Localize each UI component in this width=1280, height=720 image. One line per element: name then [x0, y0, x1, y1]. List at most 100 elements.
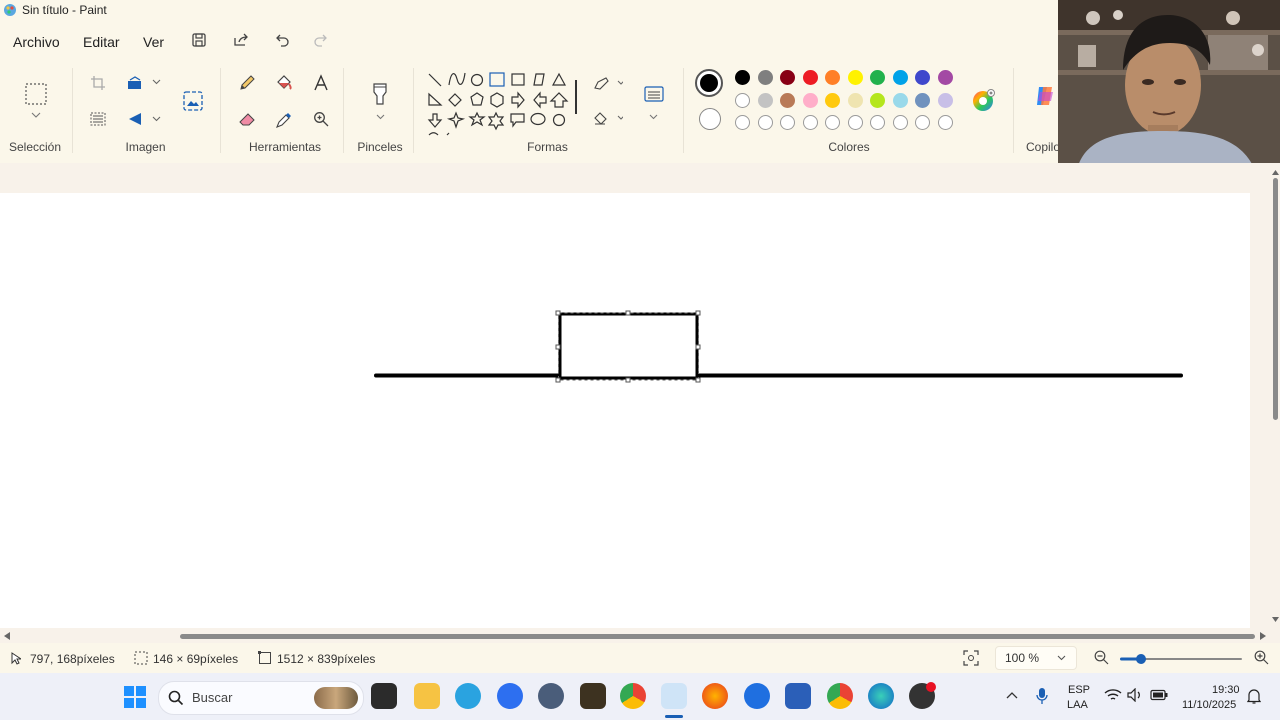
zoom-in-icon[interactable] [1254, 650, 1269, 665]
edit-colors-icon[interactable] [971, 88, 995, 112]
telegram-icon[interactable] [455, 683, 481, 709]
selection-rect-icon[interactable] [25, 83, 47, 105]
taskbar-search[interactable]: Buscar [158, 681, 364, 715]
word-icon[interactable] [785, 683, 811, 709]
webcam-overlay [1058, 0, 1280, 166]
color-swatch[interactable] [915, 70, 930, 85]
fit-to-window-icon[interactable] [963, 650, 979, 666]
zoom-app-icon[interactable] [497, 683, 523, 709]
share-icon[interactable] [232, 32, 249, 48]
primary-color-ring[interactable] [695, 69, 723, 97]
zoom-select[interactable]: 100 % [995, 646, 1077, 670]
menu-archivo[interactable]: Archivo [13, 34, 60, 50]
custom-color-slot[interactable] [802, 115, 818, 130]
color-swatch[interactable] [915, 92, 930, 108]
custom-color-slot[interactable] [847, 115, 863, 130]
language-indicator[interactable]: ESP [1068, 684, 1090, 696]
chrome-profile-icon[interactable] [827, 683, 853, 709]
file-explorer-icon[interactable] [414, 683, 440, 709]
divider [343, 68, 344, 153]
fill-style-icon[interactable] [593, 112, 623, 126]
chevron-down-icon[interactable] [31, 112, 41, 118]
color-swatch[interactable] [825, 70, 840, 85]
redo-icon[interactable] [312, 32, 328, 48]
eraser-icon[interactable] [238, 111, 256, 127]
custom-color-slot[interactable] [937, 115, 953, 130]
copilot-icon[interactable] [1033, 84, 1057, 108]
bluetooth-icon[interactable] [744, 683, 770, 709]
undo-icon[interactable] [275, 32, 291, 48]
menu-ver[interactable]: Ver [143, 34, 164, 50]
color-swatch[interactable] [735, 92, 750, 108]
drawing-canvas[interactable] [0, 193, 1250, 628]
secondary-color[interactable] [699, 108, 721, 130]
brush-icon[interactable] [371, 82, 389, 106]
resize-icon[interactable] [127, 76, 143, 90]
color-swatch[interactable] [847, 70, 863, 85]
vertical-scrollbar[interactable] [1271, 166, 1280, 628]
drawn-rectangle [558, 312, 699, 380]
network-app-icon[interactable] [538, 683, 564, 709]
custom-color-slot[interactable] [825, 115, 840, 130]
color-swatch[interactable] [802, 70, 818, 85]
custom-color-slot[interactable] [892, 115, 908, 130]
volume-icon[interactable] [1127, 688, 1143, 702]
color-swatch[interactable] [780, 70, 795, 85]
color-swatch[interactable] [847, 92, 863, 108]
chevron-down-icon[interactable] [649, 114, 658, 120]
color-swatch[interactable] [892, 70, 908, 85]
magnifier-icon[interactable] [313, 111, 329, 127]
color-swatch[interactable] [937, 70, 953, 85]
clock-time[interactable]: 19:30 [1212, 684, 1240, 696]
crop-icon[interactable] [90, 75, 106, 91]
chevron-down-icon[interactable] [376, 114, 385, 120]
chevron-down-icon[interactable] [152, 116, 161, 122]
menu-editar[interactable]: Editar [83, 34, 120, 50]
paint-taskbar-icon[interactable] [661, 683, 687, 709]
color-picker-icon[interactable] [275, 111, 293, 129]
custom-color-slot[interactable] [870, 115, 885, 130]
microphone-icon[interactable] [1036, 687, 1048, 705]
color-swatch[interactable] [757, 92, 773, 108]
rotate-icon[interactable] [127, 112, 143, 126]
select-all-icon[interactable] [90, 112, 106, 126]
color-swatch[interactable] [735, 70, 750, 85]
color-swatch[interactable] [757, 70, 773, 85]
firefox-icon[interactable] [702, 683, 728, 709]
edge-icon[interactable] [868, 683, 894, 709]
image-generator-icon[interactable] [182, 90, 204, 112]
notification-bell-icon[interactable] [1247, 688, 1261, 704]
wifi-icon[interactable] [1104, 688, 1122, 702]
color-swatch[interactable] [870, 92, 885, 108]
color-swatch[interactable] [802, 92, 818, 108]
divider [683, 68, 684, 153]
taskbar: Buscar ESP LAA 19:30 11/10/2025 [0, 673, 1280, 720]
save-icon[interactable] [191, 32, 207, 48]
chevron-down-icon[interactable] [152, 79, 161, 85]
custom-color-slot[interactable] [915, 115, 930, 130]
color-swatch[interactable] [780, 92, 795, 108]
color-swatch[interactable] [892, 92, 908, 108]
horizontal-scrollbar[interactable] [0, 628, 1270, 640]
custom-color-slot[interactable] [757, 115, 773, 130]
color-swatch[interactable] [825, 92, 840, 108]
task-view-icon[interactable] [371, 683, 397, 709]
outline-icon[interactable] [593, 77, 623, 91]
shapes-gallery[interactable] [425, 69, 575, 139]
zoom-out-icon[interactable] [1094, 650, 1109, 665]
chevron-up-icon[interactable] [1006, 691, 1018, 699]
windows-start-icon[interactable] [124, 686, 146, 708]
gallery-scrollbar[interactable] [575, 80, 577, 114]
color-swatch[interactable] [870, 70, 885, 85]
fill-bucket-icon[interactable] [275, 74, 293, 92]
zoom-slider[interactable] [1120, 653, 1244, 664]
color-swatch[interactable] [937, 92, 953, 108]
chrome-icon[interactable] [620, 683, 646, 709]
battery-icon[interactable] [1150, 689, 1168, 701]
layers-icon[interactable] [643, 85, 665, 103]
pencil-icon[interactable] [238, 74, 256, 92]
game-app-icon[interactable] [580, 683, 606, 709]
text-tool-icon[interactable] [313, 74, 329, 92]
custom-color-slot[interactable] [780, 115, 795, 130]
custom-color-slot[interactable] [735, 115, 750, 130]
